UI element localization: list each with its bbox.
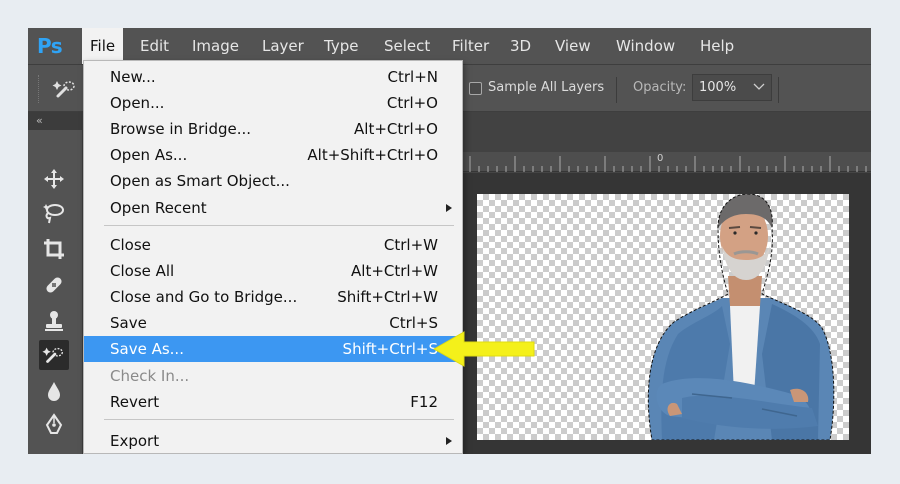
photoshop-logo: Ps — [37, 34, 63, 58]
document-canvas[interactable] — [477, 194, 849, 440]
menu-item-shortcut: Ctrl+N — [387, 68, 438, 86]
menu-edit[interactable]: Edit — [132, 28, 177, 64]
cutout-person-image — [647, 194, 835, 440]
lasso-icon — [43, 204, 64, 224]
menu-type[interactable]: Type — [316, 28, 366, 64]
collapse-panel-icon[interactable]: « — [36, 114, 43, 127]
menu-item-shortcut: Ctrl+W — [383, 236, 438, 254]
divider — [616, 77, 617, 103]
menu-item-check-in: Check In... — [84, 363, 462, 389]
pen-tool[interactable] — [39, 410, 69, 440]
menu-item-open-as-smart-object[interactable]: Open as Smart Object... — [84, 168, 462, 194]
menu-item-label: Check In... — [110, 367, 190, 385]
blur-tool[interactable] — [39, 376, 69, 406]
move-icon — [44, 169, 64, 189]
menu-file[interactable]: File — [82, 28, 124, 64]
file-dropdown-menu: New... Ctrl+N Open... Ctrl+O Browse in B… — [83, 60, 463, 454]
submenu-arrow-icon — [446, 437, 452, 445]
blur-drop-icon — [48, 382, 60, 401]
menu-item-label: Close — [110, 236, 151, 254]
crop-icon — [44, 239, 64, 259]
menu-item-label: Close and Go to Bridge... — [110, 288, 298, 306]
ruler-zero-label: 0 — [657, 153, 664, 164]
crop-tool[interactable] — [39, 234, 69, 264]
menu-item-open-as[interactable]: Open As... Alt+Shift+Ctrl+O — [84, 142, 462, 168]
menu-item-label: Open as Smart Object... — [110, 172, 290, 190]
menu-select[interactable]: Select — [376, 28, 438, 64]
divider — [778, 77, 779, 103]
toolbar-header: « — [28, 112, 83, 130]
menu-image[interactable]: Image — [184, 28, 247, 64]
menu-item-shortcut: Ctrl+S — [389, 314, 438, 332]
menu-item-label: New... — [110, 68, 156, 86]
opacity-value: 100% — [699, 80, 737, 95]
menu-filter[interactable]: Filter — [444, 28, 497, 64]
menu-3d[interactable]: 3D — [502, 28, 539, 64]
options-bar-grip[interactable] — [38, 75, 40, 103]
menu-item-save[interactable]: Save Ctrl+S — [84, 310, 462, 336]
menu-item-export[interactable]: Export — [84, 428, 462, 454]
sample-all-layers-checkbox[interactable] — [469, 82, 482, 95]
menu-item-shortcut: Alt+Ctrl+W — [351, 262, 438, 280]
clone-stamp-tool[interactable] — [39, 306, 69, 336]
menu-window[interactable]: Window — [608, 28, 683, 64]
menu-bar: Ps File Edit Image Layer Type Select Fil… — [28, 28, 871, 64]
quick-selection-tool[interactable] — [39, 340, 69, 370]
menu-item-label: Open Recent — [110, 199, 207, 217]
menu-item-open-recent[interactable]: Open Recent — [84, 195, 462, 221]
menu-view[interactable]: View — [547, 28, 599, 64]
quick-selection-icon[interactable] — [52, 76, 78, 102]
menu-item-label: Revert — [110, 393, 160, 411]
opacity-dropdown[interactable]: 100% — [692, 74, 772, 101]
tools-panel — [28, 130, 83, 454]
menu-item-shortcut: F12 — [410, 393, 438, 411]
menu-help[interactable]: Help — [692, 28, 742, 64]
menu-item-label: Browse in Bridge... — [110, 120, 252, 138]
menu-item-shortcut: Alt+Shift+Ctrl+O — [307, 146, 438, 164]
menu-item-shortcut: Shift+Ctrl+S — [342, 340, 438, 358]
lasso-tool[interactable] — [39, 198, 69, 228]
menu-separator — [104, 225, 454, 226]
menu-item-label: Save — [110, 314, 147, 332]
menu-item-close[interactable]: Close Ctrl+W — [84, 232, 462, 258]
move-tool[interactable] — [39, 164, 69, 194]
healing-brush-icon — [46, 277, 62, 293]
menu-item-shortcut: Ctrl+O — [386, 94, 438, 112]
menu-item-revert[interactable]: Revert F12 — [84, 389, 462, 415]
menu-item-shortcut: Alt+Ctrl+O — [354, 120, 438, 138]
clone-stamp-icon — [45, 311, 63, 331]
menu-item-label: Close All — [110, 262, 175, 280]
menu-item-label: Open... — [110, 94, 165, 112]
menu-item-shortcut: Shift+Ctrl+W — [337, 288, 438, 306]
menu-layer[interactable]: Layer — [254, 28, 312, 64]
menu-item-close-and-go-to-bridge[interactable]: Close and Go to Bridge... Shift+Ctrl+W — [84, 284, 462, 310]
menu-item-close-all[interactable]: Close All Alt+Ctrl+W — [84, 258, 462, 284]
sample-all-layers-label: Sample All Layers — [488, 80, 605, 95]
callout-arrow-icon — [432, 331, 535, 367]
menu-item-save-as[interactable]: Save As... Shift+Ctrl+S — [84, 336, 462, 362]
menu-item-label: Open As... — [110, 146, 188, 164]
menu-item-label: Export — [110, 432, 160, 450]
submenu-arrow-icon — [446, 204, 452, 212]
menu-item-label: Save As... — [110, 340, 184, 358]
menu-item-open[interactable]: Open... Ctrl+O — [84, 90, 462, 116]
menu-item-new[interactable]: New... Ctrl+N — [84, 64, 462, 90]
menu-separator — [104, 419, 454, 420]
menu-item-browse-in-bridge[interactable]: Browse in Bridge... Alt+Ctrl+O — [84, 116, 462, 142]
chevron-down-icon — [753, 83, 765, 90]
healing-brush-tool[interactable] — [39, 270, 69, 300]
pen-icon — [45, 413, 63, 434]
quick-selection-icon — [42, 347, 63, 363]
photoshop-window: Ps File Edit Image Layer Type Select Fil… — [28, 28, 871, 454]
opacity-label: Opacity: — [633, 80, 687, 95]
